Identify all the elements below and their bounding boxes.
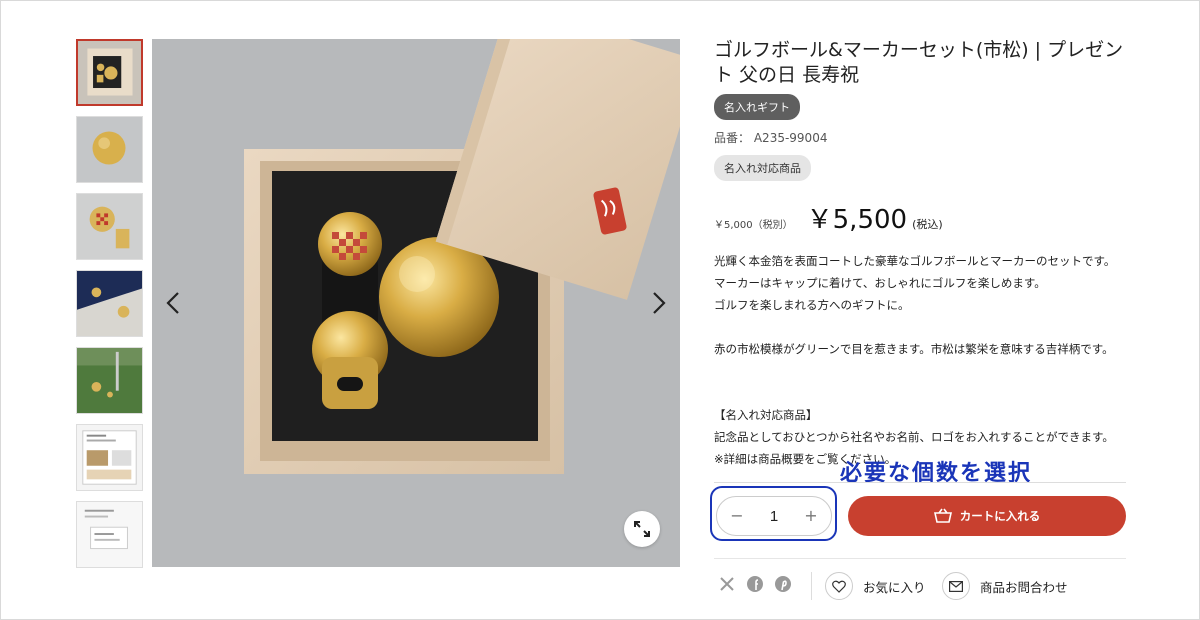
description-line: 光輝く本金箔を表面コートした豪華なゴルフボールとマーカーのセットです。 bbox=[714, 254, 1116, 268]
product-info: ゴルフボール&マーカーセット(市松) | プレゼント 父の日 長寿祝 名入れギフ… bbox=[714, 38, 1134, 470]
mail-icon bbox=[942, 572, 970, 600]
price-row: ￥5,000（税別） ￥5,500 (税込) bbox=[714, 199, 1134, 236]
sku-label: 品番： bbox=[714, 131, 751, 145]
add-to-cart-label: カートに入れる bbox=[959, 509, 1041, 523]
vertical-divider bbox=[811, 572, 812, 600]
favorite-button[interactable]: お気に入り bbox=[825, 572, 926, 600]
divider bbox=[714, 558, 1126, 559]
description-line bbox=[714, 360, 1134, 382]
thumbnail-green[interactable] bbox=[76, 347, 143, 414]
product-title: ゴルフボール&マーカーセット(市松) | プレゼント 父の日 長寿祝 bbox=[714, 39, 1124, 86]
product-description: 光輝く本金箔を表面コートした豪華なゴルフボールとマーカーのセットです。 マーカー… bbox=[714, 250, 1134, 470]
expand-icon bbox=[634, 521, 650, 537]
thumbnail-leaflet[interactable] bbox=[76, 424, 143, 491]
basket-icon bbox=[933, 508, 952, 523]
thumbnail-card[interactable] bbox=[76, 501, 143, 568]
pinterest-icon[interactable] bbox=[774, 575, 792, 593]
zoom-button[interactable] bbox=[624, 511, 660, 547]
quantity-increase-button[interactable]: + bbox=[803, 506, 819, 526]
thumbnail-ball[interactable] bbox=[76, 116, 143, 183]
price-excluding-tax: ￥5,000（税別） bbox=[714, 220, 793, 231]
quantity-input[interactable] bbox=[759, 507, 789, 525]
facebook-icon[interactable] bbox=[746, 575, 764, 593]
price-tax-note: (税込) bbox=[912, 218, 943, 231]
thumbnail-list bbox=[76, 39, 143, 578]
divider bbox=[714, 482, 1126, 483]
thumbnail-cap[interactable] bbox=[76, 270, 143, 337]
description-line: 赤の市松模様がグリーンで目を惹きます。市松は繁栄を意味する吉祥柄です。 bbox=[714, 342, 1114, 356]
quantity-decrease-button[interactable]: − bbox=[729, 506, 745, 526]
chevron-right-icon bbox=[653, 292, 666, 314]
description-line: ゴルフを楽しまれる方へのギフトに。 bbox=[714, 298, 910, 312]
heart-icon bbox=[825, 572, 853, 600]
favorite-label: お気に入り bbox=[863, 579, 926, 595]
description-line: 【名入れ対応商品】 bbox=[714, 408, 818, 422]
description-line bbox=[714, 316, 1134, 338]
price: ￥5,500 bbox=[806, 205, 908, 235]
thumbnail-marker[interactable] bbox=[76, 193, 143, 260]
next-image-arrow[interactable] bbox=[646, 289, 670, 317]
inquiry-button[interactable]: 商品お問合わせ bbox=[942, 572, 1068, 600]
inquiry-label: 商品お問合わせ bbox=[980, 579, 1068, 595]
social-share bbox=[718, 575, 802, 593]
thumbnail-box-set[interactable] bbox=[76, 39, 143, 106]
description-line: マーカーはキャップに着けて、おしゃれにゴルフを楽しめます。 bbox=[714, 276, 1046, 290]
x-icon[interactable] bbox=[718, 575, 736, 593]
add-to-cart-button[interactable]: カートに入れる bbox=[848, 496, 1126, 536]
quantity-stepper[interactable]: − + bbox=[716, 496, 832, 536]
main-product-image[interactable] bbox=[152, 39, 680, 567]
prev-image-arrow[interactable] bbox=[162, 289, 186, 317]
chevron-left-icon bbox=[166, 292, 179, 314]
name-engraving-badge[interactable]: 名入れ対応商品 bbox=[714, 155, 811, 181]
description-line bbox=[714, 382, 1134, 404]
product-photo bbox=[152, 39, 680, 567]
gift-badge[interactable]: 名入れギフト bbox=[714, 94, 800, 120]
sku-value: A235-99004 bbox=[753, 131, 828, 145]
sku: 品番： A235-99004 bbox=[714, 129, 1134, 146]
description-line: 記念品としておひとつから社名やお名前、ロゴをお入れすることができます。 bbox=[714, 430, 1114, 444]
